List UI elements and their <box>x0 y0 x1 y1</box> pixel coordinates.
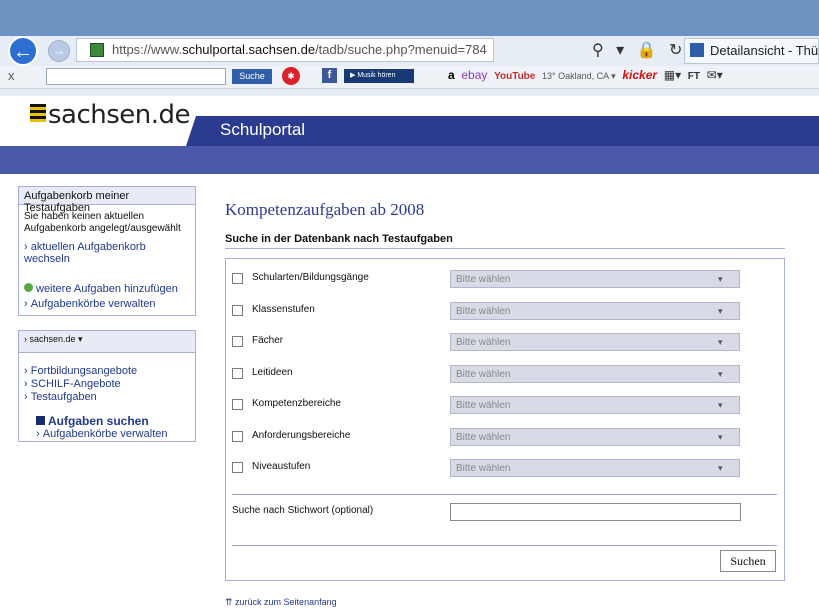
divider <box>225 248 785 249</box>
youtube-link[interactable]: YouTube <box>494 71 535 82</box>
portal-title[interactable]: Schulportal <box>220 120 305 140</box>
toolbar-search-input[interactable] <box>46 68 226 85</box>
chevron-down-icon[interactable]: ▾ <box>718 337 723 348</box>
arrow-icon: › <box>24 241 31 253</box>
ebay-link[interactable]: ebay <box>461 68 487 82</box>
back-button[interactable]: ← <box>8 36 38 66</box>
url-text[interactable]: https://www.schulportal.sachsen.de/tadb/… <box>112 42 487 57</box>
chevron-down-icon[interactable]: ▾ <box>718 463 723 474</box>
browser-title-bar <box>0 0 819 36</box>
nav-item-testaufgaben[interactable]: › Testaufgaben <box>24 391 97 403</box>
tab-favicon-icon <box>690 43 704 57</box>
arrow-icon: › <box>24 391 31 403</box>
manage-baskets-link[interactable]: › Aufgabenkörbe verwalten <box>24 298 155 310</box>
facebook-icon[interactable]: f <box>322 68 337 83</box>
tab-title: Detailansicht - Thür <box>710 43 819 58</box>
divider <box>232 494 777 495</box>
toolbar-addon-icon[interactable]: ✱ <box>282 67 300 85</box>
arrow-icon: › <box>24 298 31 310</box>
toolbar-close-icon[interactable]: x <box>8 68 15 83</box>
filter-checkbox[interactable] <box>232 431 243 442</box>
filter-select-value: Bitte wählen <box>456 369 511 380</box>
nav-item-schilf[interactable]: › SCHILF-Angebote <box>24 378 121 390</box>
nav-item-manage-baskets[interactable]: › Aufgabenkörbe verwalten <box>36 428 167 440</box>
nav-item-label: SCHILF-Angebote <box>30 378 121 390</box>
kicker-link[interactable]: kicker <box>622 68 657 82</box>
chevron-down-icon[interactable]: ▾ <box>718 369 723 380</box>
filter-label: Niveaustufen <box>252 461 311 472</box>
arrow-icon: › <box>24 378 31 390</box>
task-basket-info: Sie haben keinen aktuellen Aufgabenkorb … <box>24 211 181 234</box>
nav-item-label: Fortbildungsangebote <box>30 365 138 377</box>
chevron-down-icon[interactable]: ▾ <box>718 306 723 317</box>
filter-select-value: Bitte wählen <box>456 432 511 443</box>
add-tasks-link[interactable]: weitere Aufgaben hinzufügen <box>24 283 178 295</box>
filter-select-value: Bitte wählen <box>456 306 511 317</box>
back-to-top-link[interactable]: ⇈ zurück zum Seitenanfang <box>225 597 337 608</box>
page-title: Kompetenzaufgaben ab 2008 <box>225 200 425 219</box>
arrow-icon: › <box>24 365 31 377</box>
music-player-button[interactable]: ▶ Musik hören <box>344 69 414 83</box>
nav-box-header-label: sachsen.de ▾ <box>29 334 83 344</box>
filter-checkbox[interactable] <box>232 368 243 379</box>
page-subtitle: Suche in der Datenbank nach Testaufgaben <box>225 233 453 245</box>
filter-select-value: Bitte wählen <box>456 463 511 474</box>
site-logo[interactable]: sachsen.de <box>48 100 191 130</box>
filter-checkbox[interactable] <box>232 399 243 410</box>
filter-label: Kompetenzbereiche <box>252 398 341 409</box>
search-button[interactable]: Suchen <box>720 550 776 572</box>
task-basket-header: Aufgabenkorb meiner Testaufgaben <box>19 187 195 214</box>
active-marker-icon <box>36 416 45 425</box>
divider <box>232 545 777 546</box>
address-bar-icons[interactable]: ⚲ ▾ 🔒 ↻ <box>592 40 686 60</box>
portal-band-edge <box>186 116 196 146</box>
site-favicon-icon <box>90 43 104 57</box>
nav-box-header[interactable]: › sachsen.de ▾ <box>19 331 195 353</box>
plus-icon <box>24 283 33 292</box>
filter-label: Anforderungsbereiche <box>252 430 351 441</box>
nav-item-label: Aufgaben suchen <box>48 414 149 428</box>
url-domain: schulportal.sachsen.de <box>182 42 316 57</box>
keyword-label: Suche nach Stichwort (optional) <box>232 505 374 516</box>
add-tasks-label: weitere Aufgaben hinzufügen <box>36 283 178 295</box>
filter-label: Klassenstufen <box>252 304 315 315</box>
nav-item-label: Testaufgaben <box>30 391 97 403</box>
nav-item-aufgaben-suchen[interactable]: Aufgaben suchen <box>36 414 149 428</box>
filter-select-value: Bitte wählen <box>456 400 511 411</box>
filter-label: Schularten/Bildungsgänge <box>252 272 369 283</box>
toolbar-links: a ebay YouTube 13° Oakland, CA ▾ kicker … <box>448 68 723 82</box>
chevron-down-icon[interactable]: ▾ <box>718 432 723 443</box>
toolbar-search-button[interactable]: Suche <box>232 69 272 84</box>
amazon-link[interactable]: a <box>448 68 455 82</box>
forward-button[interactable]: → <box>48 40 70 62</box>
filter-checkbox[interactable] <box>232 273 243 284</box>
filter-select-value: Bitte wählen <box>456 274 511 285</box>
filter-checkbox[interactable] <box>232 462 243 473</box>
keyword-input[interactable] <box>450 503 741 521</box>
nav-item-label: Aufgabenkörbe verwalten <box>42 428 168 440</box>
ft-link[interactable]: FT <box>688 71 700 82</box>
filter-select-value: Bitte wählen <box>456 337 511 348</box>
manage-baskets-label: Aufgabenkörbe verwalten <box>30 298 156 310</box>
mail-icon[interactable]: ✉▾ <box>707 68 723 82</box>
chevron-down-icon[interactable]: ▾ <box>718 400 723 411</box>
url-prefix: https://www. <box>112 42 183 57</box>
sachsen-flag-icon <box>30 104 46 122</box>
arrow-icon: › <box>36 428 43 440</box>
switch-basket-link[interactable]: › aktuellen Aufgabenkorb wechseln <box>24 241 184 265</box>
filter-label: Fächer <box>252 335 284 346</box>
ms-icon[interactable]: ▦▾ <box>664 68 681 82</box>
weather-widget[interactable]: 13° Oakland, CA ▾ <box>542 71 616 81</box>
nav-band <box>0 146 819 174</box>
nav-item-fortbildung[interactable]: › Fortbildungsangebote <box>24 365 137 377</box>
switch-basket-label: aktuellen Aufgabenkorb wechseln <box>24 241 146 265</box>
url-path: /tadb/suche.php?menuid=784 <box>315 42 487 57</box>
chevron-down-icon[interactable]: ▾ <box>718 274 723 285</box>
filter-label: Leitideen <box>252 367 293 378</box>
filter-checkbox[interactable] <box>232 336 243 347</box>
filter-checkbox[interactable] <box>232 305 243 316</box>
